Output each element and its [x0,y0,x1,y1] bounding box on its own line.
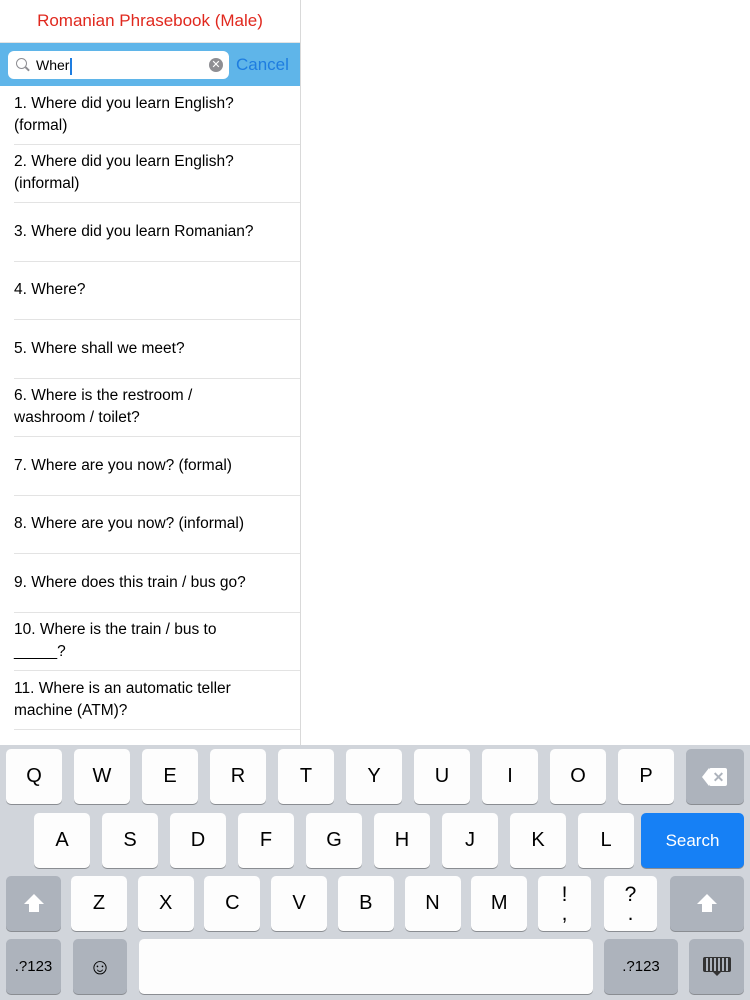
key-g[interactable]: G [306,813,362,868]
keyboard-hide-key[interactable] [689,939,744,994]
key-exclaim-comma[interactable]: !, [538,876,591,931]
numbers-key-right[interactable]: .?123 [604,939,678,994]
clear-icon[interactable]: ✕ [209,58,223,72]
list-item-label: 3. Where did you learn Romanian? [14,222,254,240]
key-b[interactable]: B [337,876,394,931]
backspace-icon: ✕ [702,767,728,786]
space-key[interactable] [139,939,593,994]
key-l[interactable]: L [578,813,634,868]
key-m[interactable]: M [471,876,528,931]
search-key[interactable]: Search [641,813,744,868]
numbers-key-left[interactable]: .?123 [6,939,61,994]
text-caret [70,57,72,75]
list-item-label: 2. Where did you learn English? (informa… [14,153,234,193]
shift-key-right[interactable] [670,876,744,931]
list-item-label: 10. Where is the train / bus to _____? [14,621,217,661]
list-item[interactable]: 2. Where did you learn English? (informa… [14,145,300,203]
search-results-list: 1. Where did you learn English? (formal)… [0,86,300,745]
key-f[interactable]: F [238,813,294,868]
key-o[interactable]: O [550,749,606,804]
list-item[interactable]: 10. Where is the train / bus to _____? [14,613,300,671]
shift-icon [697,893,717,914]
navigation-bar: Romanian Phrasebook (Male) [0,0,300,43]
key-t[interactable]: T [278,749,334,804]
list-item-label: 5. Where shall we meet? [14,339,185,357]
key-r[interactable]: R [210,749,266,804]
search-icon [16,58,27,69]
key-z[interactable]: Z [71,876,127,931]
key-j[interactable]: J [442,813,498,868]
key-d[interactable]: D [170,813,226,868]
app-title: Romanian Phrasebook (Male) [37,11,263,30]
key-period-label: . [627,901,634,925]
shift-icon [23,893,44,914]
list-item-label: 11. Where is an automatic teller machine… [14,679,231,719]
emoji-icon: ☺ [88,953,112,979]
key-c[interactable]: C [204,876,261,931]
onscreen-keyboard: Q W E R T Y U I O P ✕ A S D F G H J K L Search Z X C V B N M!,?. .?1… [0,745,750,1000]
key-w[interactable]: W [74,749,130,804]
list-item[interactable]: 4. Where? [14,262,300,320]
search-input-value: Wher [36,51,72,79]
key-exclaim-label: ! [561,882,568,906]
search-bar: Wher ✕ Cancel [0,43,300,86]
key-v[interactable]: V [271,876,328,931]
list-item-label: 6. Where is the restroom / washroom / to… [14,387,193,427]
key-e[interactable]: E [142,749,198,804]
list-item[interactable]: 8. Where are you now? (informal) [14,496,300,554]
list-item-label: 4. Where? [14,281,86,299]
list-item[interactable]: 11. Where is an automatic teller machine… [14,671,300,730]
key-k[interactable]: K [510,813,566,868]
key-i[interactable]: I [482,749,538,804]
keyboard-hide-icon [702,956,731,977]
master-pane: Romanian Phrasebook (Male) Wher ✕ Cancel… [0,0,301,745]
key-x[interactable]: X [137,876,194,931]
key-a[interactable]: A [34,813,90,868]
key-comma-label: , [561,901,568,925]
key-question-period[interactable]: ?. [604,876,657,931]
list-item[interactable]: 1. Where did you learn English? (formal) [14,86,300,145]
search-input[interactable]: Wher ✕ [8,51,229,79]
shift-key-left[interactable] [6,876,61,931]
list-item[interactable]: 3. Where did you learn Romanian? [14,203,300,262]
list-item[interactable]: 6. Where is the restroom / washroom / to… [14,379,300,437]
emoji-key[interactable]: ☺ [73,939,127,994]
key-u[interactable]: U [414,749,470,804]
key-y[interactable]: Y [346,749,402,804]
cancel-button[interactable]: Cancel [236,43,289,86]
key-n[interactable]: N [404,876,461,931]
list-item[interactable]: 7. Where are you now? (formal) [14,437,300,496]
key-q[interactable]: Q [6,749,62,804]
list-item-label: 1. Where did you learn English? (formal) [14,94,234,134]
key-question-label: ? [624,882,637,906]
backspace-key[interactable]: ✕ [686,749,744,804]
key-h[interactable]: H [374,813,430,868]
list-item[interactable]: 9. Where does this train / bus go? [14,554,300,613]
list-item-label: 7. Where are you now? (formal) [14,456,232,474]
list-item-label: 8. Where are you now? (informal) [14,515,245,533]
list-item-label: 9. Where does this train / bus go? [14,573,246,591]
list-item[interactable]: 5. Where shall we meet? [14,320,300,379]
key-s[interactable]: S [102,813,158,868]
key-p[interactable]: P [618,749,674,804]
